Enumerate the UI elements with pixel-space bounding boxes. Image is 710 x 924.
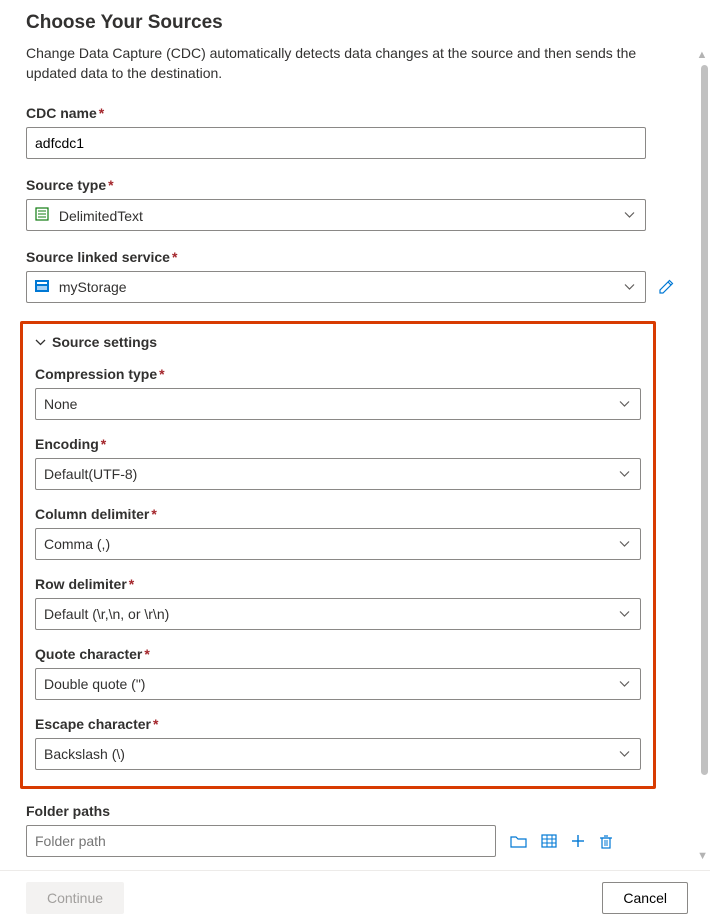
quote-character-label: Quote character* (35, 646, 641, 662)
source-settings-title: Source settings (52, 334, 157, 350)
cdc-name-input[interactable] (26, 127, 646, 159)
escape-character-value: Backslash (\) (44, 746, 125, 762)
encoding-label: Encoding* (35, 436, 641, 452)
field-folder-paths: Folder paths (26, 803, 684, 857)
continue-button: Continue (26, 882, 124, 914)
encoding-value: Default(UTF-8) (44, 466, 137, 482)
field-column-delimiter: Column delimiter* Comma (,) (35, 506, 641, 560)
row-delimiter-value: Default (\r,\n, or \r\n) (44, 606, 169, 622)
chevron-down-icon (619, 471, 630, 478)
row-delimiter-select[interactable]: Default (\r,\n, or \r\n) (35, 598, 641, 630)
edit-icon[interactable] (658, 279, 674, 295)
source-settings-toggle[interactable]: Source settings (35, 334, 641, 350)
chevron-down-icon (619, 681, 630, 688)
storage-icon (35, 280, 49, 292)
footer: Continue Cancel (0, 870, 710, 924)
chevron-down-icon (624, 284, 635, 291)
quote-character-value: Double quote (") (44, 676, 145, 692)
compression-type-label: Compression type* (35, 366, 641, 382)
chevron-down-icon (619, 611, 630, 618)
scroll-up-arrow[interactable]: ▲ (696, 50, 708, 61)
page-title: Choose Your Sources (26, 12, 684, 34)
row-delimiter-label: Row delimiter* (35, 576, 641, 592)
field-encoding: Encoding* Default(UTF-8) (35, 436, 641, 490)
field-source-type: Source type* DelimitedText (26, 177, 684, 231)
source-settings-section: Source settings Compression type* None E… (20, 321, 656, 789)
preview-data-icon[interactable] (541, 834, 557, 848)
field-source-linked-service: Source linked service* myStorage (26, 249, 684, 303)
source-type-label: Source type* (26, 177, 684, 193)
delimited-text-icon (35, 207, 49, 221)
quote-character-select[interactable]: Double quote (") (35, 668, 641, 700)
delete-icon[interactable] (599, 834, 613, 849)
source-type-value: DelimitedText (59, 208, 143, 224)
choose-sources-panel: Choose Your Sources Change Data Capture … (0, 0, 710, 870)
source-linked-service-value: myStorage (59, 279, 127, 295)
required-asterisk: * (108, 177, 113, 193)
column-delimiter-select[interactable]: Comma (,) (35, 528, 641, 560)
required-asterisk: * (99, 105, 104, 121)
field-quote-character: Quote character* Double quote (") (35, 646, 641, 700)
source-linked-service-select[interactable]: myStorage (26, 271, 646, 303)
scroll-down-arrow[interactable]: ▼ (697, 851, 708, 862)
chevron-down-icon (35, 339, 46, 346)
chevron-down-icon (619, 751, 630, 758)
field-escape-character: Escape character* Backslash (\) (35, 716, 641, 770)
encoding-select[interactable]: Default(UTF-8) (35, 458, 641, 490)
browse-folder-icon[interactable] (510, 834, 527, 848)
column-delimiter-value: Comma (,) (44, 536, 110, 552)
cancel-button[interactable]: Cancel (602, 882, 688, 914)
chevron-down-icon (624, 212, 635, 219)
compression-type-select[interactable]: None (35, 388, 641, 420)
compression-type-value: None (44, 396, 77, 412)
chevron-down-icon (619, 401, 630, 408)
add-icon[interactable] (571, 834, 585, 848)
escape-character-label: Escape character* (35, 716, 641, 732)
column-delimiter-label: Column delimiter* (35, 506, 641, 522)
field-cdc-name: CDC name* (26, 105, 684, 159)
cdc-name-label: CDC name* (26, 105, 684, 121)
source-type-select[interactable]: DelimitedText (26, 199, 646, 231)
source-linked-service-label: Source linked service* (26, 249, 684, 265)
required-asterisk: * (172, 249, 177, 265)
folder-path-input[interactable] (26, 825, 496, 857)
page-subtitle: Change Data Capture (CDC) automatically … (26, 44, 666, 83)
field-row-delimiter: Row delimiter* Default (\r,\n, or \r\n) (35, 576, 641, 630)
field-compression-type: Compression type* None (35, 366, 641, 420)
scrollbar-thumb[interactable] (701, 65, 708, 775)
escape-character-select[interactable]: Backslash (\) (35, 738, 641, 770)
folder-paths-label: Folder paths (26, 803, 684, 819)
chevron-down-icon (619, 541, 630, 548)
